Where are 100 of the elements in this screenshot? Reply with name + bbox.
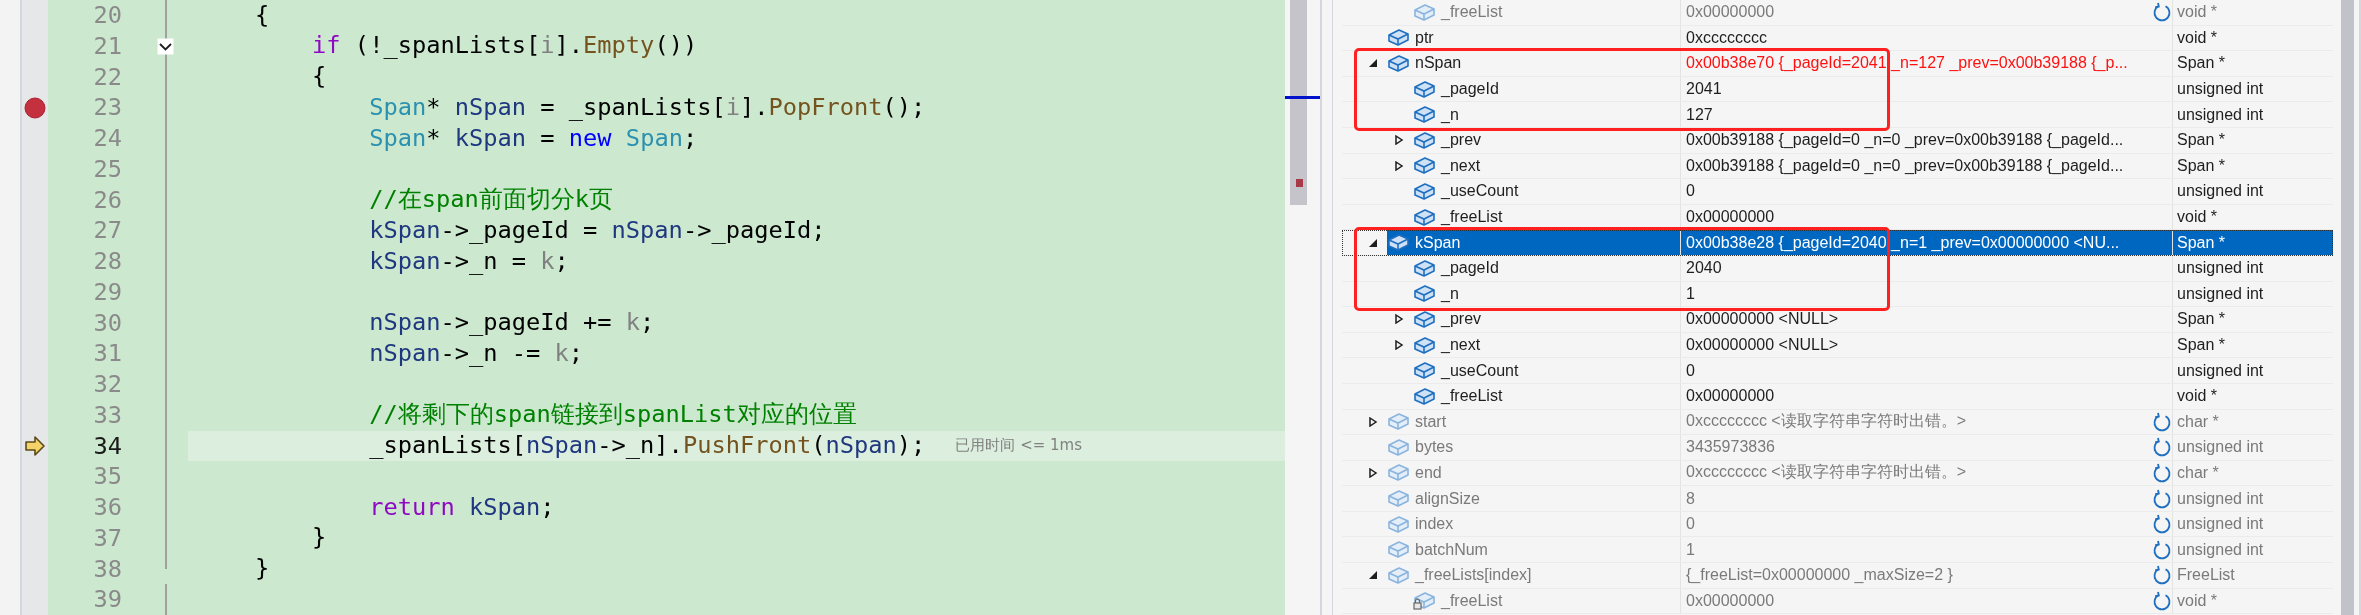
watch-row[interactable]: _n 127 unsigned int bbox=[1342, 102, 2333, 128]
variable-value: 0x00b38e70 {_pageId=2041 _n=127 _prev=0x00b39188 {_p... bbox=[1680, 51, 2152, 76]
code-line: } bbox=[255, 554, 270, 584]
watch-row[interactable]: _pageId 2040 unsigned int bbox=[1342, 255, 2333, 282]
refresh-icon[interactable] bbox=[2152, 539, 2172, 560]
watch-row[interactable]: _freeList 0x00000000 void * bbox=[1342, 0, 2333, 26]
refresh-icon[interactable] bbox=[2152, 590, 2172, 611]
code-line: } bbox=[312, 523, 327, 553]
refresh-icon[interactable] bbox=[2152, 565, 2172, 586]
collapse-arrow-icon[interactable] bbox=[1368, 237, 1378, 248]
breakpoint-icon[interactable] bbox=[24, 96, 46, 119]
variable-name: _freeList bbox=[1441, 591, 1503, 610]
code-line: { bbox=[255, 0, 270, 31]
caret-position-marker bbox=[1285, 96, 1320, 99]
variable-type: void * bbox=[2172, 25, 2332, 51]
watch-row[interactable]: _pageId 2041 unsigned int bbox=[1342, 76, 2333, 103]
watch-row[interactable]: alignSize 8 unsigned int bbox=[1342, 486, 2333, 512]
expand-arrow-icon[interactable] bbox=[1394, 160, 1404, 171]
variable-name: _next bbox=[1441, 156, 1481, 175]
variable-value: 0x00000000 bbox=[1680, 383, 2152, 409]
line-number: 24 bbox=[92, 124, 122, 153]
watch-row[interactable]: ptr 0xcccccccc void * bbox=[1342, 25, 2333, 52]
expand-arrow-icon[interactable] bbox=[1368, 416, 1378, 427]
watch-row[interactable]: start 0xcccccccc <读取字符串字符时出错。> char * bbox=[1342, 409, 2333, 436]
variable-name: nSpan bbox=[1415, 54, 1462, 73]
variable-type: Span * bbox=[2172, 127, 2332, 153]
variable-type: unsigned int bbox=[2172, 281, 2332, 307]
breakpoint-marker bbox=[1296, 179, 1303, 187]
variable-type: Span * bbox=[2172, 51, 2332, 76]
watch-row[interactable]: end 0xcccccccc <读取字符串字符时出错。> char * bbox=[1342, 460, 2333, 487]
variable-value: 0x00000000 bbox=[1680, 204, 2152, 230]
code-line: { bbox=[312, 62, 327, 92]
line-number: 23 bbox=[92, 93, 122, 122]
refresh-icon[interactable] bbox=[2152, 488, 2172, 509]
variable-value: 3435973836 bbox=[1680, 435, 2152, 460]
variable-name: kSpan bbox=[1415, 233, 1461, 252]
variable-name: _pageId bbox=[1441, 80, 1499, 99]
watch-row[interactable]: _next 0x00b39188 {_pageId=0 _n=0 _prev=0x00b39188 {_pageId... Span * bbox=[1342, 153, 2333, 180]
variable-value: {_freeList=0x00000000 _maxSize=2 } bbox=[1680, 563, 2152, 588]
watch-row[interactable]: _prev 0x00000000 <NULL> Span * bbox=[1342, 307, 2333, 333]
code-line: kSpan->_pageId = nSpan->_pageId; bbox=[369, 215, 826, 246]
variable-value: 0 bbox=[1680, 511, 2152, 537]
line-number: 25 bbox=[92, 154, 122, 184]
variable-name: _next bbox=[1441, 336, 1481, 354]
variable-type: unsigned int bbox=[2172, 435, 2332, 460]
refresh-icon[interactable] bbox=[2152, 514, 2172, 535]
code-line: kSpan->_n = k; bbox=[369, 246, 569, 277]
watch-row[interactable]: _freeList 0x00000000 void * bbox=[1342, 588, 2333, 615]
watch-row[interactable]: _useCount 0 unsigned int bbox=[1342, 179, 2333, 205]
expand-arrow-icon[interactable] bbox=[1394, 314, 1404, 325]
expand-arrow-icon[interactable] bbox=[1394, 340, 1404, 350]
variable-value: 0 bbox=[1680, 358, 2152, 383]
watch-row[interactable]: _n 1 unsigned int bbox=[1342, 281, 2333, 308]
line-number: 32 bbox=[92, 370, 122, 399]
watch-row[interactable]: _next 0x00000000 <NULL> Span * bbox=[1342, 332, 2333, 359]
variable-name: alignSize bbox=[1415, 489, 1480, 508]
variable-name: _useCount bbox=[1441, 361, 1519, 380]
variable-value: 0 bbox=[1680, 179, 2152, 204]
variable-value: 127 bbox=[1680, 102, 2152, 127]
variable-name: bytes bbox=[1415, 438, 1454, 457]
code-line: return kSpan; bbox=[369, 492, 555, 523]
watch-row[interactable]: _prev 0x00b39188 {_pageId=0 _n=0 _prev=0x00b39188 {_pageId... Span * bbox=[1342, 127, 2333, 154]
refresh-icon[interactable] bbox=[2152, 411, 2172, 432]
scrollbar-thumb[interactable] bbox=[1290, 0, 1307, 205]
collapse-arrow-icon[interactable] bbox=[1368, 58, 1378, 69]
variable-name: _n bbox=[1441, 105, 1459, 124]
expand-arrow-icon[interactable] bbox=[1394, 135, 1404, 146]
code-line: //在span前面切分k页 bbox=[369, 185, 613, 215]
line-number: 37 bbox=[92, 523, 122, 553]
scrollbar-thumb[interactable] bbox=[2341, 0, 2354, 615]
line-number: 39 bbox=[92, 585, 122, 614]
variable-name: _prev bbox=[1441, 131, 1482, 150]
watch-row[interactable]: nSpan 0x00b38e70 {_pageId=2041 _n=127 _prev=0x00b39188 {_p... Span * bbox=[1342, 51, 2333, 77]
refresh-icon[interactable] bbox=[2152, 437, 2172, 458]
variable-type: void * bbox=[2172, 383, 2332, 409]
code-line: //将剩下的span链接到spanList对应的位置 bbox=[369, 400, 857, 430]
line-number: 27 bbox=[92, 216, 122, 245]
variable-name: _freeList bbox=[1441, 208, 1503, 227]
glyph-margin[interactable] bbox=[22, 0, 48, 615]
expand-arrow-icon[interactable] bbox=[1368, 468, 1378, 478]
watch-row[interactable]: index 0 unsigned int bbox=[1342, 511, 2333, 538]
variable-value: 0xcccccccc <读取字符串字符时出错。> bbox=[1680, 460, 2152, 486]
variable-name: end bbox=[1415, 464, 1442, 482]
collapse-arrow-icon[interactable] bbox=[1368, 570, 1378, 581]
collapse-icon[interactable] bbox=[157, 37, 174, 55]
variable-value: 0x00000000 <NULL> bbox=[1680, 307, 2152, 332]
watch-row[interactable]: batchNum 1 unsigned int bbox=[1342, 537, 2333, 564]
variable-type: Span * bbox=[2172, 230, 2332, 255]
variable-type: void * bbox=[2172, 204, 2332, 230]
variable-type: Span * bbox=[2172, 153, 2332, 179]
watch-row[interactable]: _freeLists[index] {_freeList=0x00000000 _maxSize=2 } FreeList bbox=[1342, 563, 2333, 589]
variable-value: 0x00000000 bbox=[1680, 0, 2152, 25]
variable-value: 2041 bbox=[1680, 76, 2152, 102]
refresh-icon[interactable] bbox=[2152, 2, 2172, 23]
refresh-icon[interactable] bbox=[2152, 463, 2172, 483]
watch-row[interactable]: _freeList 0x00000000 void * bbox=[1342, 383, 2333, 410]
watch-row[interactable]: _useCount 0 unsigned int bbox=[1342, 358, 2333, 384]
watch-row[interactable]: bytes 3435973836 unsigned int bbox=[1342, 435, 2333, 461]
line-number: 26 bbox=[92, 185, 122, 215]
variable-name: ptr bbox=[1415, 28, 1434, 47]
